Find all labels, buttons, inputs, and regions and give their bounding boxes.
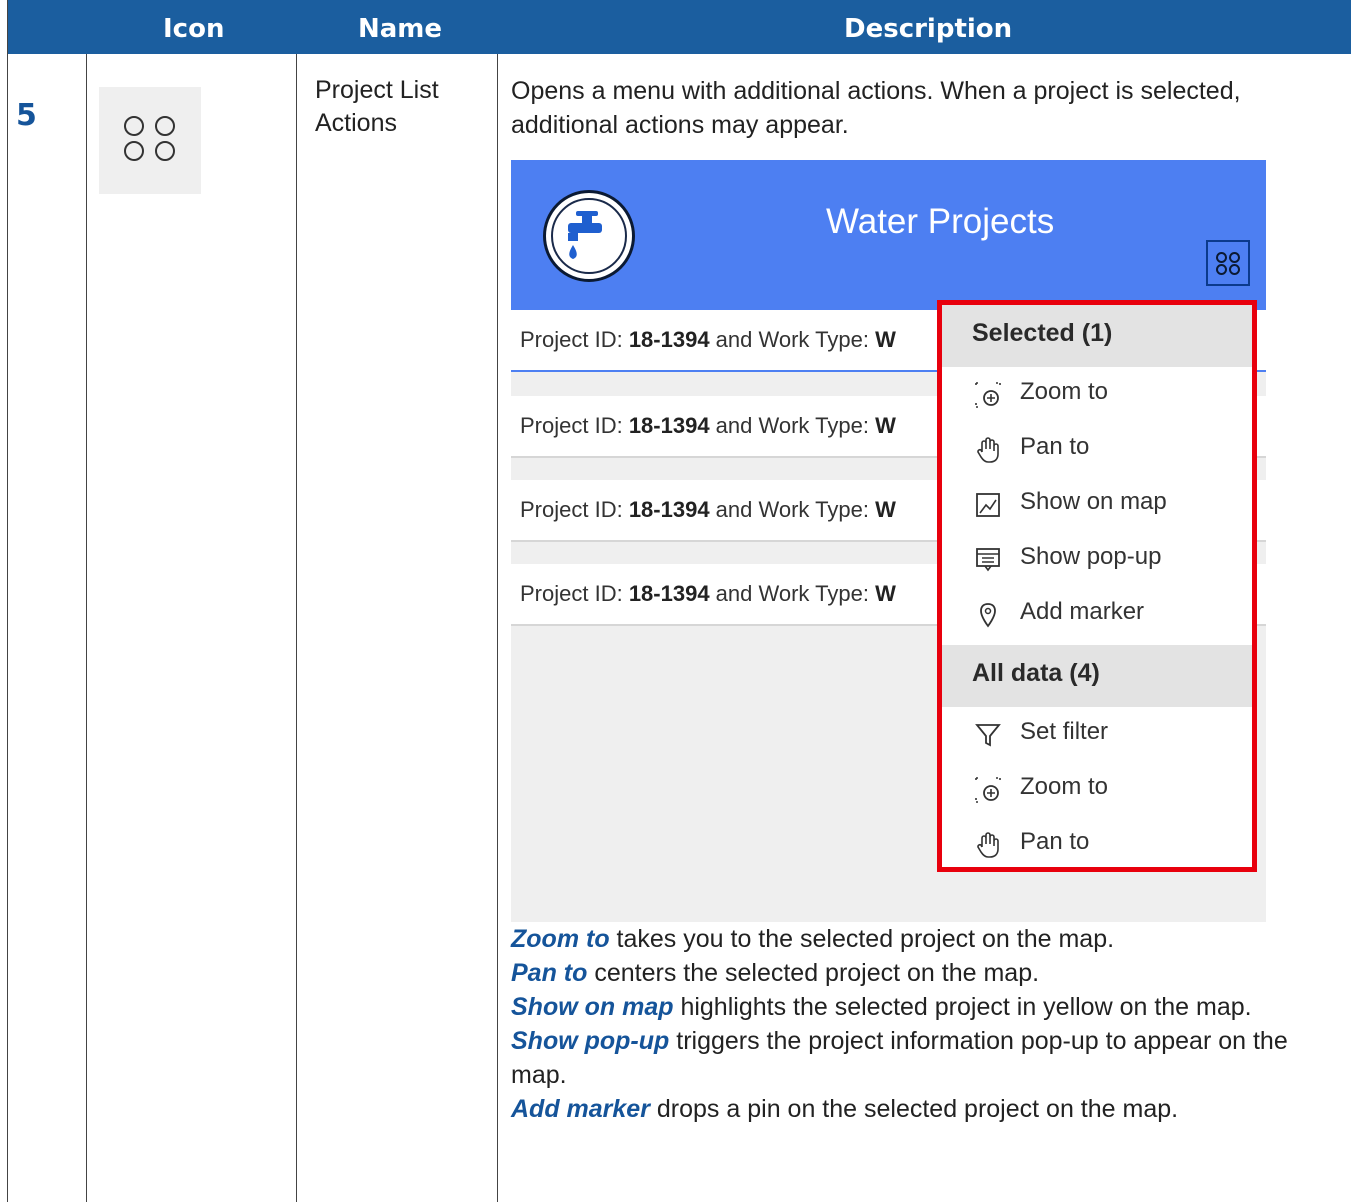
menu-item-pan-to[interactable]: Pan to: [942, 817, 1252, 872]
menu-section-selected: Selected (1): [942, 305, 1252, 367]
menu-item-add-marker[interactable]: Add marker: [942, 587, 1252, 642]
row-name-line: Actions: [315, 109, 397, 137]
zoom-to-icon: [975, 777, 1001, 803]
menu-item-show-on-map[interactable]: Show on map: [942, 477, 1252, 532]
action-explanations: Zoom to takes you to the selected projec…: [511, 922, 1341, 1126]
show-on-map-icon: [976, 493, 1000, 517]
actions-menu: Selected (1) Zoom to Pan to Show on map …: [937, 300, 1257, 872]
explanation-text: highlights the selected project in yello…: [673, 993, 1252, 1021]
app-screenshot: Water Projects Project ID: 18-1394 and W…: [511, 160, 1266, 922]
header-description: Description: [844, 14, 1013, 44]
menu-item-label: Pan to: [1020, 828, 1090, 855]
menu-item-set-filter[interactable]: Set filter: [942, 707, 1252, 762]
menu-section-title: All data (4): [972, 659, 1100, 687]
zoom-to-icon: [975, 382, 1001, 408]
explanation-line: Show on map highlights the selected proj…: [511, 990, 1341, 1024]
menu-item-pan-to[interactable]: Pan to: [942, 422, 1252, 477]
column-divider: [86, 0, 87, 1202]
row-name-line: Project List: [315, 76, 439, 104]
menu-item-label: Show on map: [1020, 488, 1167, 515]
explanation-line: Zoom to takes you to the selected projec…: [511, 922, 1341, 956]
menu-item-show-pop-up[interactable]: Show pop-up: [942, 532, 1252, 587]
explanation-term: Show pop-up: [511, 1027, 670, 1055]
menu-item-zoom-to[interactable]: Zoom to: [942, 762, 1252, 817]
pan-hand-icon: [977, 437, 999, 463]
actions-grid-icon: [99, 87, 201, 194]
row-number: 5: [16, 98, 37, 133]
menu-item-label: Zoom to: [1020, 773, 1109, 800]
column-divider: [296, 0, 297, 1202]
menu-item-label: Add marker: [1020, 598, 1145, 625]
filter-icon: [975, 724, 1001, 747]
header-name: Name: [358, 14, 443, 44]
table-header: Icon Name Description: [8, 0, 1351, 54]
explanation-term: Zoom to: [511, 925, 610, 953]
explanation-line: Show pop-up triggers the project informa…: [511, 1024, 1341, 1092]
menu-item-label: Set filter: [1020, 718, 1109, 745]
header-icon: Icon: [163, 14, 225, 44]
explanation-term: Pan to: [511, 959, 588, 987]
explanation-text: centers the selected project on the map.: [587, 959, 1040, 987]
popup-icon: [976, 548, 1000, 572]
menu-item-label: Pan to: [1020, 433, 1090, 460]
row-name: Project List Actions: [315, 74, 439, 140]
explanation-text: drops a pin on the selected project on t…: [649, 1095, 1179, 1123]
menu-section-title: Selected (1): [972, 319, 1113, 347]
explanation-line: Pan to centers the selected project on t…: [511, 956, 1341, 990]
water-tap-logo-icon: [543, 190, 635, 282]
pan-hand-icon: [977, 832, 999, 858]
column-divider: [497, 0, 498, 1202]
project-list-actions-button[interactable]: [1206, 240, 1250, 286]
app-banner: Water Projects: [511, 160, 1266, 310]
marker-icon: [980, 603, 996, 628]
explanation-term: Show on map: [511, 993, 674, 1021]
menu-item-zoom-to[interactable]: Zoom to: [942, 367, 1252, 422]
menu-item-label: Show pop-up: [1020, 543, 1162, 570]
explanation-term: Add marker: [511, 1095, 650, 1123]
row-description: Opens a menu with additional actions. Wh…: [511, 77, 1241, 139]
app-title: Water Projects: [826, 202, 1055, 241]
menu-item-label: Zoom to: [1020, 378, 1109, 405]
explanation-text: takes you to the selected project on the…: [609, 925, 1115, 953]
menu-section-all-data: All data (4): [942, 645, 1252, 707]
explanation-line: Add marker drops a pin on the selected p…: [511, 1092, 1341, 1126]
